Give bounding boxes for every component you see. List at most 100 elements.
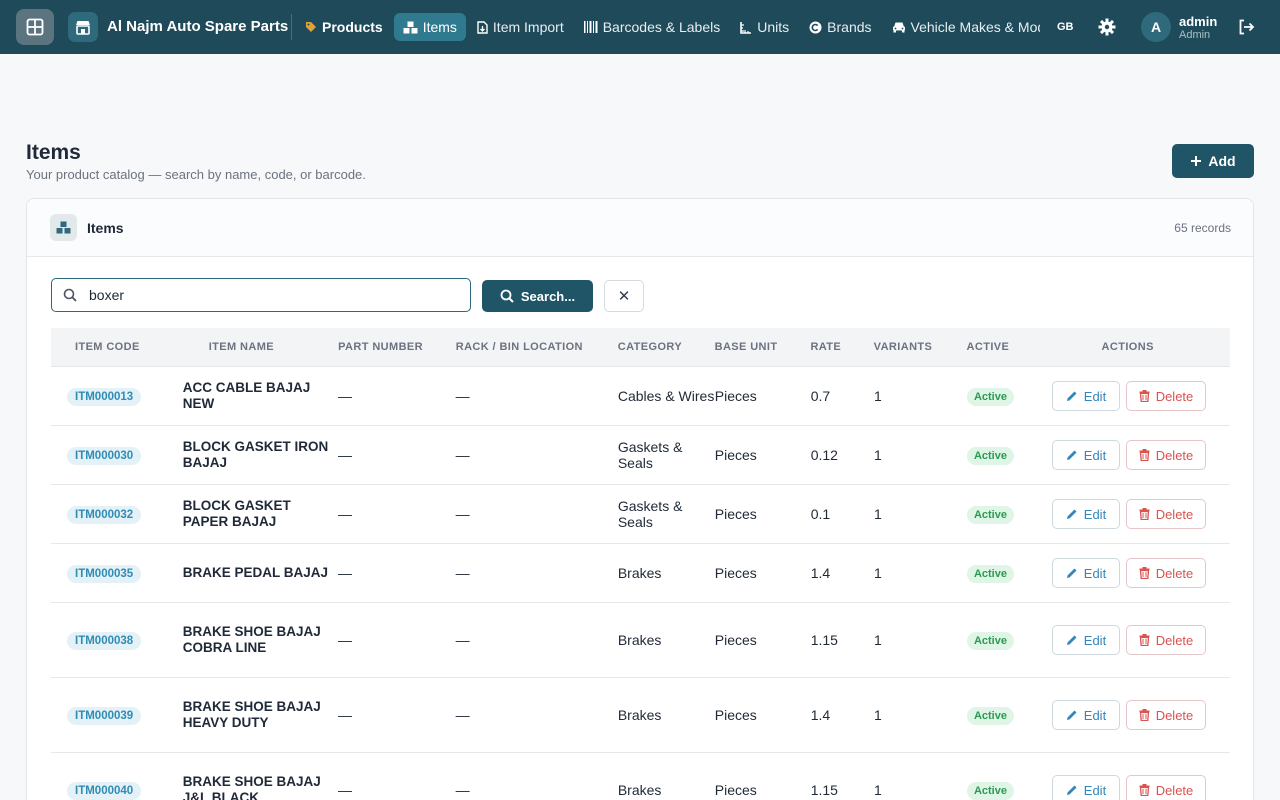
table-header: ITEM CODE ITEM NAME PART NUMBER RACK / B… xyxy=(51,328,1230,367)
search-button[interactable]: Search... xyxy=(482,280,593,312)
part-number-cell: — xyxy=(337,506,352,522)
nav-item-units[interactable]: Units xyxy=(731,13,798,41)
nav-item-brands[interactable]: Brands xyxy=(800,13,880,41)
nav-item-barcodes[interactable]: Barcodes & Labels xyxy=(575,13,730,41)
variants-cell: 1 xyxy=(873,388,882,404)
base-unit-cell: Pieces xyxy=(714,782,757,798)
user-name[interactable]: admin xyxy=(1179,14,1217,29)
file-import-icon xyxy=(477,20,488,34)
item-name-cell: BLOCK GASKET PAPER BAJAJ xyxy=(182,498,291,529)
gear-icon[interactable] xyxy=(1098,18,1116,41)
apps-grid-button[interactable] xyxy=(16,9,54,45)
variants-cell: 1 xyxy=(873,565,882,581)
table-row[interactable]: ITM000013 ACC CABLE BAJAJ NEW — — Cables… xyxy=(51,367,1230,426)
user-role: Admin xyxy=(1179,29,1211,41)
item-code-badge[interactable]: ITM000032 xyxy=(67,505,142,524)
delete-button[interactable]: Delete xyxy=(1125,700,1206,730)
item-code-cell: ITM000038 xyxy=(51,631,183,650)
status-badge: Active xyxy=(966,781,1014,800)
col-active[interactable]: ACTIVE xyxy=(967,341,1052,353)
table-row[interactable]: ITM000032 BLOCK GASKET PAPER BAJAJ — — G… xyxy=(51,485,1230,544)
item-code-badge[interactable]: ITM000013 xyxy=(67,387,142,406)
delete-button[interactable]: Delete xyxy=(1125,440,1206,470)
col-base-unit[interactable]: BASE UNIT xyxy=(715,341,811,353)
table-row[interactable]: ITM000040 BRAKE SHOE BAJAJ J&L BLACK — —… xyxy=(51,753,1230,800)
record-count: 65 records xyxy=(1174,221,1231,235)
clear-search-button[interactable]: ✕ xyxy=(604,280,644,312)
items-card: Items 65 records Search... ✕ ITEM CODE I… xyxy=(26,198,1254,800)
avatar[interactable]: A xyxy=(1141,12,1171,42)
table-row[interactable]: ITM000038 BRAKE SHOE BAJAJ COBRA LINE — … xyxy=(51,603,1230,678)
col-item-code[interactable]: ITEM CODE xyxy=(51,341,183,353)
add-item-button[interactable]: Add xyxy=(1172,144,1254,178)
table-row[interactable]: ITM000030 BLOCK GASKET IRON BAJAJ — — Ga… xyxy=(51,426,1230,485)
item-code-cell: ITM000040 xyxy=(51,781,183,800)
trash-icon xyxy=(1139,709,1150,721)
edit-button[interactable]: Edit xyxy=(1051,625,1120,655)
nav-item-item-import[interactable]: Item Import xyxy=(468,13,573,41)
boxes-icon xyxy=(50,214,77,241)
part-number-cell: — xyxy=(337,632,352,648)
status-badge: Active xyxy=(966,505,1014,524)
col-category[interactable]: CATEGORY xyxy=(618,341,715,353)
brand-name[interactable]: Al Najm Auto Spare Parts xyxy=(107,18,288,35)
base-unit-cell: Pieces xyxy=(714,447,757,463)
card-header: Items 65 records xyxy=(27,199,1253,257)
active-cell: Active xyxy=(966,631,1052,650)
rack-location-cell: — xyxy=(455,632,470,648)
active-cell: Active xyxy=(966,387,1052,406)
search-input[interactable] xyxy=(89,287,449,303)
pencil-icon xyxy=(1066,635,1077,645)
actions-cell: Edit Delete xyxy=(1051,558,1230,588)
category-cell: Brakes xyxy=(617,632,662,648)
item-name-cell: BRAKE PEDAL BAJAJ xyxy=(182,565,328,580)
col-part-number[interactable]: PART NUMBER xyxy=(338,341,456,353)
col-item-name[interactable]: ITEM NAME xyxy=(183,341,338,353)
search-field[interactable] xyxy=(51,278,471,312)
delete-button[interactable]: Delete xyxy=(1125,381,1206,411)
plus-icon xyxy=(1191,156,1202,166)
edit-button[interactable]: Edit xyxy=(1051,775,1120,800)
table-row[interactable]: ITM000039 BRAKE SHOE BAJAJ HEAVY DUTY — … xyxy=(51,678,1230,753)
col-rate[interactable]: RATE xyxy=(810,341,873,353)
rack-location-cell: — xyxy=(455,707,470,723)
item-code-badge[interactable]: ITM000035 xyxy=(67,564,142,583)
edit-button[interactable]: Edit xyxy=(1051,440,1120,470)
logout-icon[interactable] xyxy=(1238,19,1255,40)
part-number-cell: — xyxy=(337,447,352,463)
edit-button[interactable]: Edit xyxy=(1051,381,1120,411)
nav-item-items[interactable]: Items xyxy=(393,13,466,41)
nav-item-vehicle-makes[interactable]: Vehicle Makes & Models xyxy=(883,13,1040,41)
status-badge: Active xyxy=(966,631,1014,650)
edit-button[interactable]: Edit xyxy=(1051,700,1120,730)
item-code-badge[interactable]: ITM000030 xyxy=(67,446,142,465)
delete-button[interactable]: Delete xyxy=(1125,558,1206,588)
tag-icon xyxy=(305,21,317,33)
edit-button[interactable]: Edit xyxy=(1051,558,1120,588)
item-code-cell: ITM000032 xyxy=(51,505,183,524)
item-code-badge[interactable]: ITM000039 xyxy=(67,706,142,725)
nav-item-products[interactable]: Products xyxy=(296,13,392,41)
item-code-badge[interactable]: ITM000040 xyxy=(67,781,142,800)
delete-button[interactable]: Delete xyxy=(1125,625,1206,655)
table-row[interactable]: ITM000035 BRAKE PEDAL BAJAJ — — Brakes P… xyxy=(51,544,1230,603)
item-name-cell: ACC CABLE BAJAJ NEW xyxy=(182,380,311,411)
category-cell: Brakes xyxy=(617,707,662,723)
col-variants[interactable]: VARIANTS xyxy=(874,341,967,353)
category-cell: Gaskets & Seals xyxy=(617,439,683,471)
page-title: Items xyxy=(26,141,81,164)
category-cell: Brakes xyxy=(617,565,662,581)
rack-location-cell: — xyxy=(455,782,470,798)
item-name-cell: BLOCK GASKET IRON BAJAJ xyxy=(182,439,329,470)
base-unit-cell: Pieces xyxy=(714,565,757,581)
language-selector[interactable]: GB xyxy=(1057,21,1074,33)
trash-icon xyxy=(1139,634,1150,646)
copyright-icon xyxy=(809,21,822,34)
actions-cell: Edit Delete xyxy=(1051,625,1230,655)
delete-button[interactable]: Delete xyxy=(1125,775,1206,800)
edit-button[interactable]: Edit xyxy=(1051,499,1120,529)
item-code-badge[interactable]: ITM000038 xyxy=(67,631,142,650)
delete-button[interactable]: Delete xyxy=(1125,499,1206,529)
col-rack-location[interactable]: RACK / BIN LOCATION xyxy=(456,341,618,353)
pencil-icon xyxy=(1066,450,1077,460)
